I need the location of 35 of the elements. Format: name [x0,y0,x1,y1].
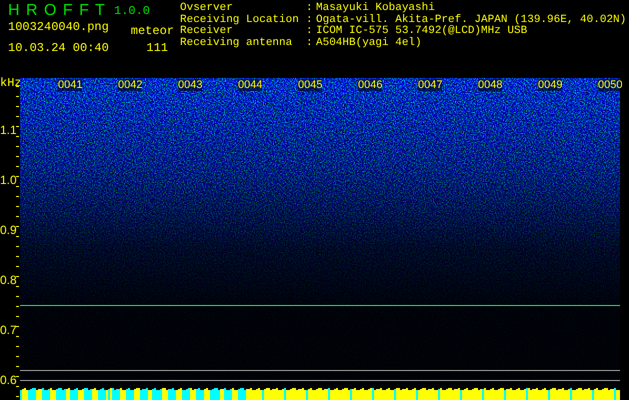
time-label: 0043 [178,79,202,91]
frequency-label: 0.6 [0,373,17,387]
info-value: ICOM IC-575 53.7492(@LCD)MHz USB [316,26,528,37]
time-label: 0049 [538,79,562,91]
time-label: 0045 [298,79,322,91]
meteor-count: 111 [145,40,169,51]
frequency-label: 1.1 [0,123,17,137]
info-separator: : [306,26,314,38]
meteor-label: meteor [130,25,174,38]
frequency-label: 0.9 [0,223,17,237]
info-separator: : [306,38,314,49]
info-separator: : [306,3,314,14]
timestamp: 10.03.24 00:40 [8,40,110,51]
time-label: 0044 [238,79,262,91]
time-label: 0042 [118,79,142,91]
info-label: Ovserver [180,3,234,14]
info-value: Ogata-vill. Akita-Pref. JAPAN (139.96E, 40.02N) [316,14,626,26]
info-label: Receiving Location [180,14,300,26]
frequency-label: 0.7 [0,323,17,337]
time-label: 0050 [598,79,622,91]
info-label: Receiver [180,26,234,37]
time-label: 0041 [58,79,82,91]
info-label: Receiving antenna [180,38,294,49]
unit-label: kHz [0,77,22,89]
info-value: Masayuki Kobayashi [316,3,436,14]
app-title: H R O F F T [8,3,107,19]
frequency-label: 1.0 [0,173,17,187]
file-name: 1003240040.png [8,19,110,32]
time-label: 0046 [358,79,382,91]
info-value: A504HB(yagi 4el) [316,38,423,49]
time-label: 0048 [478,79,502,91]
time-label: 0047 [418,79,442,91]
frequency-label: 0.8 [0,273,17,287]
info-separator: : [306,14,314,26]
app-version: 1.0.0 [114,3,152,19]
